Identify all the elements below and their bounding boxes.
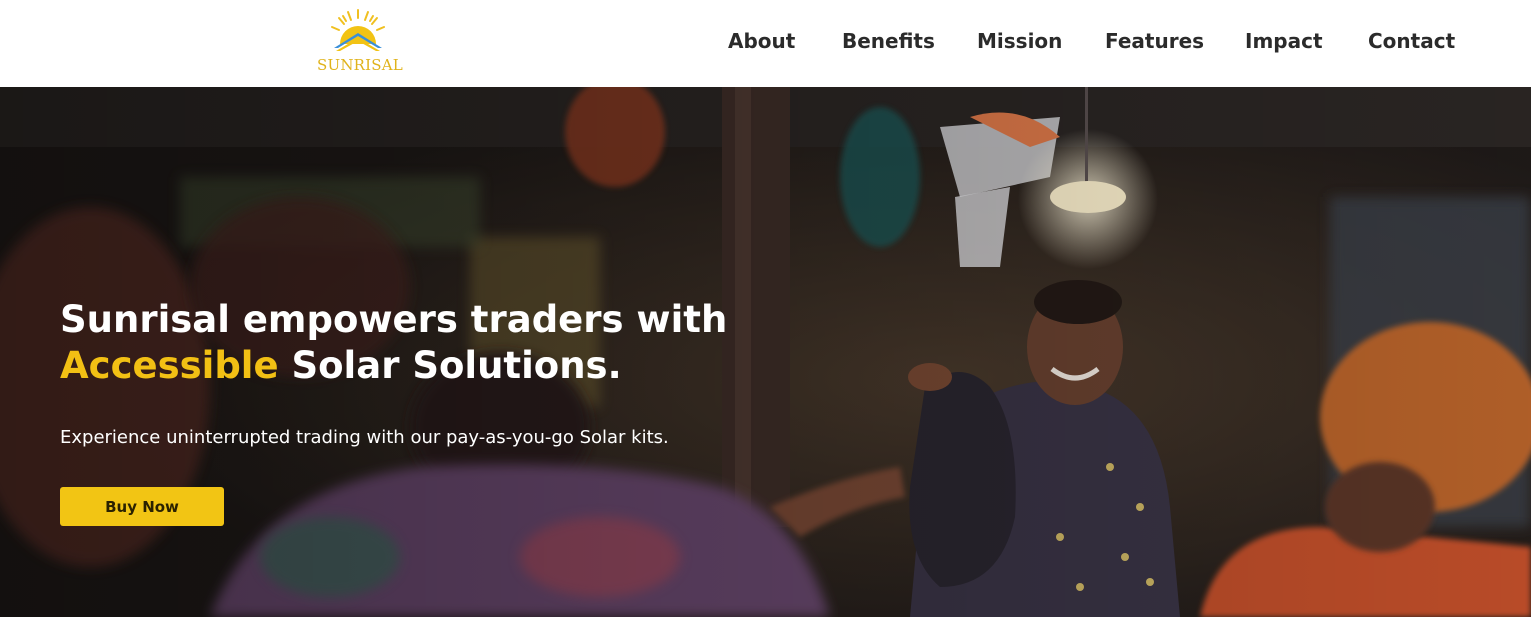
nav-features[interactable]: Features [1105,29,1204,53]
hero-title-rest: Solar Solutions. [278,344,622,387]
hero-section: Sunrisal empowers traders with Accessibl… [0,87,1531,617]
nav-impact[interactable]: Impact [1245,29,1323,53]
main-nav: About Benefits Mission Features Impact C… [0,29,1531,59]
hero-title-line1: Sunrisal empowers traders with [60,298,728,341]
hero-subtitle: Experience uninterrupted trading with ou… [60,427,669,448]
hero-title-accent: Accessible [60,344,279,387]
hero-title: Sunrisal empowers traders with Accessibl… [60,297,760,389]
nav-about[interactable]: About [728,29,795,53]
buy-now-button[interactable]: Buy Now [60,487,224,526]
site-header: SUNRISAL About Benefits Mission Features… [0,0,1531,87]
nav-mission[interactable]: Mission [977,29,1062,53]
nav-benefits[interactable]: Benefits [842,29,935,53]
nav-contact[interactable]: Contact [1368,29,1455,53]
